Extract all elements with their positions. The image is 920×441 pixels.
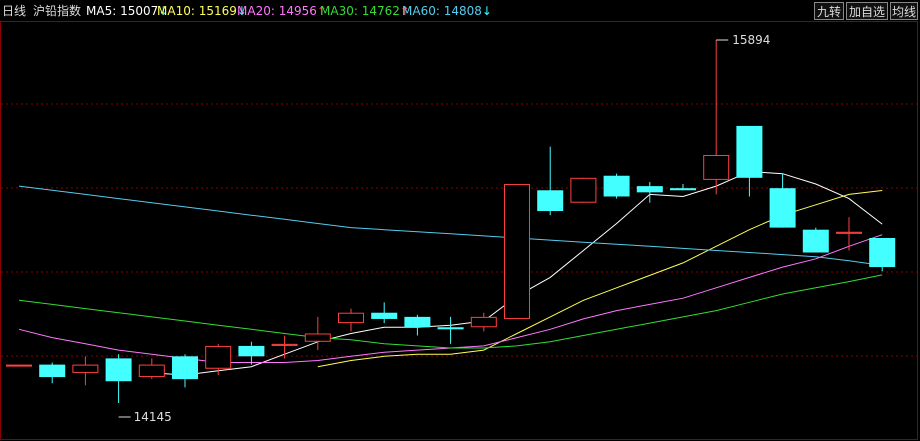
candle-body (437, 327, 464, 330)
ma60-line (18, 185, 883, 266)
candle-body (504, 184, 530, 319)
candle-body (537, 190, 564, 212)
candle (504, 184, 530, 319)
candle (404, 314, 431, 336)
candle (172, 354, 198, 388)
candle (603, 173, 630, 199)
candle-body (172, 356, 198, 380)
add-to-watchlist-button[interactable]: 加自选 (846, 2, 888, 20)
moving-average-lines (18, 171, 883, 376)
candle (470, 312, 497, 332)
ma60-arrow-icon: ↓ (481, 4, 492, 18)
low-price-label: 14145 (134, 410, 172, 424)
candle (72, 356, 99, 386)
ma10-line (317, 190, 883, 368)
candle-body (338, 312, 364, 324)
ma30-readout: MA30: 14762↑ (320, 4, 410, 18)
candle-body (105, 358, 132, 382)
candle (636, 181, 663, 203)
candle (736, 125, 763, 197)
candle-body (670, 188, 696, 191)
candle-body (603, 175, 630, 197)
ma30-value: 14762 (361, 4, 400, 18)
ma10-label: MA10 (157, 4, 191, 18)
candle-body (205, 345, 232, 369)
ma20-value: 14956 (278, 4, 317, 18)
candle (105, 354, 132, 403)
candle (371, 302, 398, 324)
candlesticks (6, 40, 896, 403)
candle (437, 316, 464, 344)
candle (238, 341, 265, 365)
ma5-value: 15007 (120, 4, 159, 18)
ma10-readout: MA10: 15169↓ (157, 4, 247, 18)
candle-body (6, 364, 32, 367)
candle-body (636, 186, 663, 193)
candle-body (271, 343, 298, 346)
candle-body (371, 312, 398, 319)
ma10-value: 15169 (198, 4, 237, 18)
chart-frame (0, 21, 918, 440)
nine-turn-button[interactable]: 九转 (814, 2, 844, 20)
ma20-label: MA20 (237, 4, 271, 18)
candle-body (72, 364, 99, 373)
candle (802, 227, 829, 253)
candle (537, 146, 564, 216)
instrument-name: 沪铅指数 (33, 4, 82, 18)
ma20-readout: MA20: 14956↑ (237, 4, 327, 18)
ma5-label: MA5 (86, 4, 113, 18)
candle-body (836, 231, 862, 234)
ma5-readout: MA5: 15007↓ (86, 4, 169, 18)
candle-body (736, 125, 763, 178)
candle (836, 217, 862, 251)
candle (271, 335, 298, 359)
candle-body (570, 177, 597, 203)
candle (138, 358, 165, 380)
candle-body (39, 364, 66, 378)
indicator-header: 日线 沪铅指数 MA5: 15007↓ MA10: 15169↓ MA20: 1… (0, 0, 920, 22)
candle (869, 238, 896, 272)
candle (769, 173, 796, 228)
candle (703, 40, 730, 195)
high-price-label: 15894 (732, 33, 770, 47)
candle (39, 362, 66, 384)
ma-line-button[interactable]: 均线 (890, 2, 918, 20)
candle-body (138, 364, 165, 378)
period-label: 日线 (2, 4, 27, 18)
candle (570, 177, 597, 203)
kline-chart[interactable]: 15894 14145 (0, 0, 920, 441)
candle (205, 343, 232, 375)
candle-body (769, 188, 796, 228)
candle-body (802, 229, 829, 253)
ma60-label: MA60 (402, 4, 436, 18)
candle (670, 184, 696, 191)
ma60-readout: MA60: 14808↓ (402, 4, 492, 18)
ma60-value: 14808 (443, 4, 482, 18)
candle (6, 364, 32, 367)
candle-body (404, 316, 431, 328)
candle-body (470, 316, 497, 328)
candle (338, 308, 364, 332)
ma30-label: MA30 (320, 4, 354, 18)
candle-body (869, 238, 896, 268)
candle-body (703, 154, 730, 180)
candle-body (238, 345, 265, 357)
candle-body (304, 333, 331, 342)
grid-lines (0, 21, 918, 440)
